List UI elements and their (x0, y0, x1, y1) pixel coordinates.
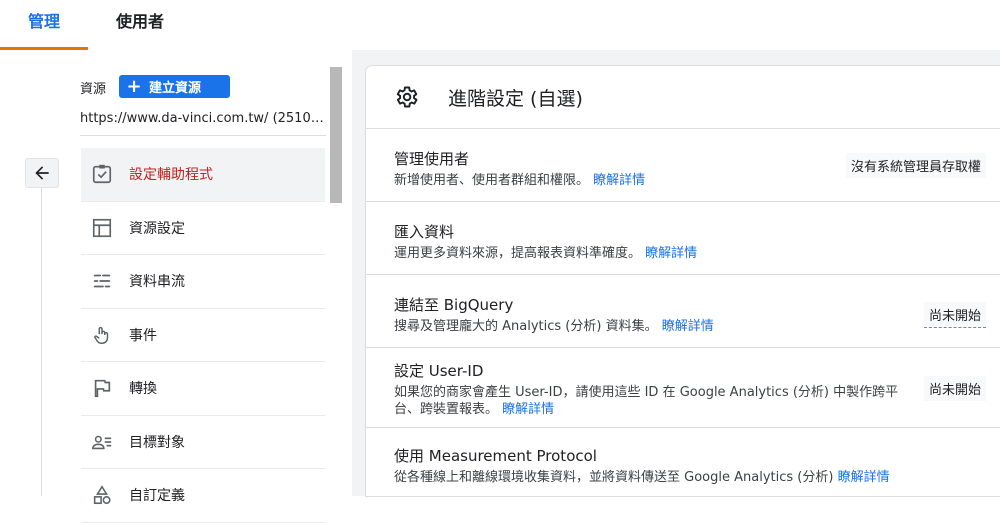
nav-item-audiences[interactable]: 目標對象 (81, 416, 325, 469)
scrollbar-thumb[interactable] (330, 67, 342, 203)
row-description: 運用更多資料來源，提高報表資料準確度。 瞭解詳情 (394, 246, 698, 261)
status-badge: 尚未開始 (923, 302, 986, 328)
nav-item-property-settings[interactable]: 資源設定 (81, 202, 325, 255)
advanced-settings-panel: 進階設定 (自選) 管理使用者 新增使用者、使用者群組和權限。 瞭解詳情 沒有系… (366, 66, 1000, 496)
layout-icon (81, 217, 123, 239)
nav-item-label: 轉換 (129, 381, 157, 398)
shapes-icon (81, 484, 123, 506)
panel-header: 進階設定 (自選) (366, 66, 1000, 129)
row-description: 搜尋及管理龐大的 Analytics (分析) 資料集。 瞭解詳情 (394, 319, 714, 334)
row-description: 如果您的商家會產生 User-ID，請使用這些 ID 在 Google Anal… (394, 385, 899, 417)
tab-users[interactable]: 使用者 (100, 0, 180, 50)
audience-icon (81, 431, 123, 453)
settings-row-import-data[interactable]: 匯入資料 運用更多資料來源，提高報表資料準確度。 瞭解詳情 (366, 202, 1000, 275)
settings-row-manage-users[interactable]: 管理使用者 新增使用者、使用者群組和權限。 瞭解詳情 沒有系統管理員存取權 (366, 129, 1000, 202)
nav-item-label: 資源設定 (129, 220, 185, 237)
row-title: 連結至 BigQuery (394, 296, 514, 314)
checkbox-icon (81, 163, 123, 185)
property-label: 資源 (80, 82, 107, 97)
nav-item-label: 事件 (129, 327, 157, 344)
flag-icon (81, 377, 123, 399)
learn-more-link[interactable]: 瞭解詳情 (645, 246, 697, 261)
create-property-button[interactable]: + 建立資源 (119, 75, 230, 98)
row-title: 設定 User-ID (394, 362, 484, 380)
nav-rail-line (41, 188, 42, 496)
panel-title: 進階設定 (自選) (448, 87, 583, 110)
settings-row-measurement-protocol[interactable]: 使用 Measurement Protocol 從各種線上和離線環境收集資料，並… (366, 428, 1000, 496)
create-property-label: 建立資源 (149, 81, 202, 96)
nav-item-label: 資料串流 (129, 274, 185, 291)
gear-icon (366, 84, 446, 110)
row-description: 從各種線上和離線環境收集資料，並將資料傳送至 Google Analytics … (394, 470, 890, 485)
nav-item-data-streams[interactable]: 資料串流 (81, 255, 325, 309)
nav-item-events[interactable]: 事件 (81, 309, 325, 362)
touch-icon (81, 324, 123, 346)
tab-bar: 管理 使用者 (0, 0, 1000, 50)
learn-more-link[interactable]: 瞭解詳情 (502, 402, 554, 417)
nav-item-label: 自訂定義 (129, 488, 185, 505)
row-title: 使用 Measurement Protocol (394, 447, 597, 465)
row-title: 匯入資料 (394, 223, 455, 241)
status-badge: 沒有系統管理員存取權 (845, 153, 986, 178)
data-stream-icon (81, 270, 123, 292)
settings-row-bigquery[interactable]: 連結至 BigQuery 搜尋及管理龐大的 Analytics (分析) 資料集… (366, 275, 1000, 348)
settings-row-user-id[interactable]: 設定 User-ID 如果您的商家會產生 User-ID，請使用這些 ID 在 … (366, 348, 1000, 428)
plus-icon: + (126, 76, 142, 97)
nav-item-label: 設定輔助程式 (129, 167, 213, 184)
nav-item-conversions[interactable]: 轉換 (81, 362, 325, 416)
learn-more-link[interactable]: 瞭解詳情 (838, 470, 890, 485)
property-selector[interactable]: https://www.da-vinci.com.tw/ (2510… (80, 111, 326, 136)
arrow-back-icon (35, 166, 49, 180)
status-badge: 尚未開始 (923, 376, 986, 401)
tab-admin[interactable]: 管理 (0, 0, 88, 50)
admin-nav-list: 設定輔助程式 資源設定 資料串流 事件 轉換 目標對象 自訂定義 (81, 148, 325, 523)
learn-more-link[interactable]: 瞭解詳情 (593, 173, 645, 188)
learn-more-link[interactable]: 瞭解詳情 (662, 319, 714, 334)
nav-item-label: 目標對象 (129, 434, 185, 451)
nav-item-setup-assistant[interactable]: 設定輔助程式 (81, 148, 325, 202)
back-button[interactable] (25, 158, 59, 188)
